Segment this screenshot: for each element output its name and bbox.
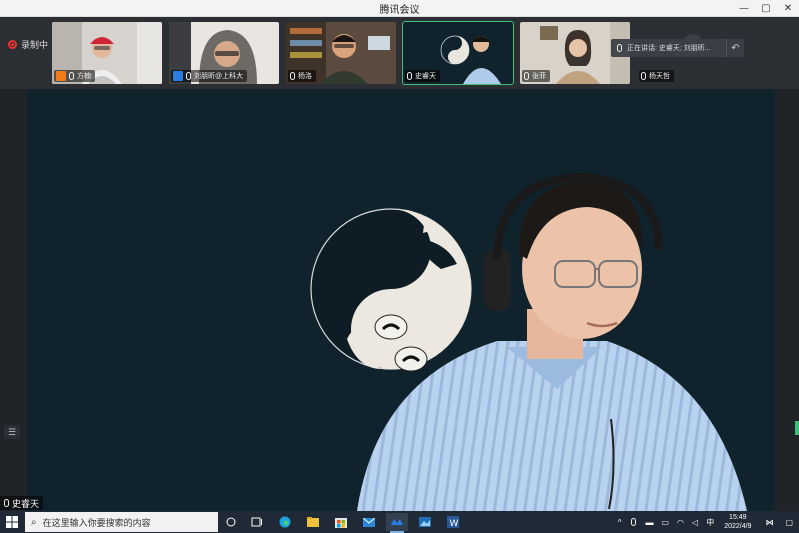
mic-icon: [186, 72, 191, 80]
participant-name: 张菲: [532, 73, 546, 80]
participant-tile[interactable]: 杨洛: [286, 22, 396, 84]
mic-icon: [69, 72, 74, 80]
windows-taskbar: ⌕ 在这里输入你要搜索的内容 W ^ ▬ ▭ ◠ ◁ 中 15:49 2022/…: [0, 511, 799, 533]
word-icon[interactable]: W: [442, 513, 464, 531]
battery-icon[interactable]: ▭: [661, 518, 669, 527]
speaker-video-frame: [27, 89, 775, 511]
participant-strip: 录制中 方楠 刘朋昕@上科大 杨洛 史睿天 张菲 杨天哲 正在讲话: 史睿天; …: [0, 17, 799, 89]
yin-yang-cat-logo: [310, 208, 472, 372]
ime-indicator[interactable]: 中: [706, 517, 714, 528]
task-view-icon[interactable]: [220, 513, 242, 531]
taskbar-search[interactable]: ⌕ 在这里输入你要搜索的内容: [25, 512, 218, 532]
search-placeholder: 在这里输入你要搜索的内容: [42, 517, 151, 528]
mic-icon: [290, 72, 295, 80]
search-icon: ⌕: [31, 516, 37, 528]
file-explorer-icon[interactable]: [302, 513, 324, 531]
show-hidden-icons[interactable]: ^: [618, 518, 622, 527]
participant-name-tag: 方楠: [54, 70, 95, 82]
window-controls: — ▢ ✕: [733, 0, 799, 17]
recording-label: 录制中: [21, 40, 49, 50]
svg-text:W: W: [450, 519, 459, 528]
wifi-icon[interactable]: ◠: [677, 518, 684, 527]
host-icon: [56, 71, 66, 81]
mic-icon: [617, 44, 622, 52]
start-button[interactable]: [0, 511, 24, 533]
speaker-video: [27, 89, 775, 511]
store-icon[interactable]: [330, 513, 352, 531]
participant-name: 方楠: [77, 73, 91, 80]
participant-name-tag: 杨天哲: [639, 70, 674, 82]
participant-name-tag: 史睿天: [405, 70, 440, 82]
mic-icon[interactable]: [631, 518, 637, 526]
right-sidebar: [775, 89, 799, 511]
maximize-button[interactable]: ▢: [755, 0, 777, 17]
mic-icon: [524, 72, 529, 80]
windows-logo-icon: [6, 516, 18, 528]
minimize-button[interactable]: —: [733, 0, 755, 17]
participant-name: 杨天哲: [649, 73, 670, 80]
title-bar: 腾讯会议 — ▢ ✕: [0, 0, 799, 17]
right-panel-handle[interactable]: [795, 421, 799, 435]
participant-tile-active[interactable]: 史睿天: [402, 21, 514, 85]
photos-icon[interactable]: [414, 513, 436, 531]
timeline-icon[interactable]: [246, 513, 268, 531]
record-icon: [8, 40, 17, 49]
participant-name: 杨洛: [298, 73, 312, 80]
participant-tile[interactable]: 刘朋昕@上科大: [169, 22, 279, 84]
mic-icon: [4, 499, 9, 507]
collapse-icon[interactable]: ↶: [726, 39, 744, 57]
recording-indicator[interactable]: 录制中: [8, 38, 48, 51]
tencent-meeting-icon[interactable]: [386, 513, 408, 533]
camera-icon[interactable]: ▬: [645, 518, 653, 527]
mic-icon: [641, 72, 646, 80]
active-speaker-name: 史睿天: [12, 498, 40, 509]
participant-tile[interactable]: 方楠: [52, 22, 162, 84]
participant-name-tag: 张菲: [522, 70, 550, 82]
window-title: 腾讯会议: [379, 4, 420, 16]
edge-icon[interactable]: [274, 513, 296, 531]
volume-icon[interactable]: ◁: [692, 518, 698, 527]
participant-name-tag: 杨洛: [288, 70, 316, 82]
participant-name: 史睿天: [415, 73, 436, 80]
active-speaker-tag: 史睿天: [0, 496, 44, 510]
close-button[interactable]: ✕: [777, 0, 799, 17]
system-tray: ^ ▬ ▭ ◠ ◁ 中 15:49 2022/4/9 ⋈ ▢: [613, 511, 799, 533]
clock[interactable]: 15:49 2022/4/9: [724, 513, 751, 531]
speaking-indicator: 正在讲话: 史睿天; 刘朋昕... ↶: [611, 39, 744, 57]
cohost-icon: [173, 71, 183, 81]
left-sidebar: ☰: [0, 89, 27, 511]
member-list-icon[interactable]: ☰: [4, 425, 20, 439]
mail-icon[interactable]: [358, 513, 380, 531]
app-icon[interactable]: ⋈: [765, 518, 773, 527]
main-area: ☰ 史睿天: [0, 89, 799, 511]
notification-icon[interactable]: ▢: [785, 518, 793, 527]
mic-icon: [407, 72, 412, 80]
participant-name-tag: 刘朋昕@上科大: [171, 70, 248, 82]
participant-name: 刘朋昕@上科大: [194, 73, 244, 80]
clock-date: 2022/4/9: [724, 523, 752, 530]
meeting-app: 腾讯会议 — ▢ ✕ 录制中 方楠 刘朋昕@上科大 杨洛 史睿天 张菲 杨天哲 …: [0, 0, 799, 533]
speaking-text: 正在讲话: 史睿天; 刘朋昕...: [627, 45, 711, 52]
clock-time: 15:49: [729, 514, 747, 521]
